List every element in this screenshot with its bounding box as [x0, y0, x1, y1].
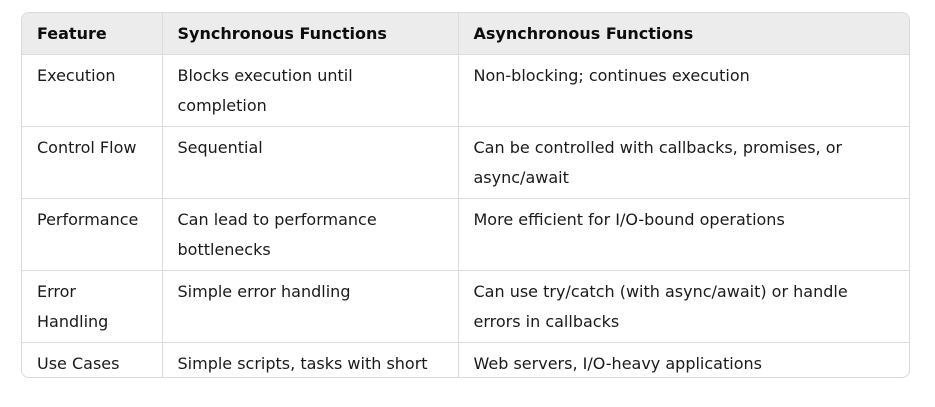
table-body: Execution Blocks execution until complet… [22, 54, 909, 377]
table-row: Use Cases Simple scripts, tasks with sho… [22, 342, 909, 377]
cell-synchronous: Can lead to performance bottlenecks [162, 198, 459, 271]
cell-synchronous: Simple error handling [162, 270, 459, 343]
cell-asynchronous: Non-blocking; continues execution [458, 54, 909, 127]
cell-asynchronous: Can use try/catch (with async/await) or … [458, 270, 909, 343]
cell-asynchronous: Web servers, I/O-heavy applications [473, 354, 762, 373]
cell-asynchronous: More efficient for I/O-bound operations [458, 198, 909, 271]
table-row: Error Handling Simple error handling Can… [22, 270, 909, 343]
comparison-table-container: Feature Synchronous Functions Asynchrono… [21, 12, 910, 378]
cell-feature: Execution [22, 54, 163, 127]
cell-synchronous: Blocks execution until completion [162, 54, 459, 127]
header-feature: Feature [22, 13, 163, 55]
comparison-table: Feature Synchronous Functions Asynchrono… [22, 13, 909, 377]
cell-synchronous: Sequential [162, 126, 459, 199]
cell-feature: Performance [22, 198, 163, 271]
cell-asynchronous: Can be controlled with callbacks, promis… [458, 126, 909, 199]
table-header: Feature Synchronous Functions Asynchrono… [22, 13, 909, 55]
cell-feature: Control Flow [22, 126, 163, 199]
table-row: Performance Can lead to performance bott… [22, 198, 909, 271]
table-row: Control Flow Sequential Can be controlle… [22, 126, 909, 199]
table-row: Execution Blocks execution until complet… [22, 54, 909, 127]
header-asynchronous: Asynchronous Functions [458, 13, 909, 55]
cell-feature: Error Handling [22, 270, 163, 343]
header-row: Feature Synchronous Functions Asynchrono… [22, 13, 909, 55]
cell-synchronous: Simple scripts, tasks with short duratio… [162, 342, 459, 377]
header-synchronous: Synchronous Functions [162, 13, 459, 55]
cell-feature: Use Cases [22, 342, 163, 377]
